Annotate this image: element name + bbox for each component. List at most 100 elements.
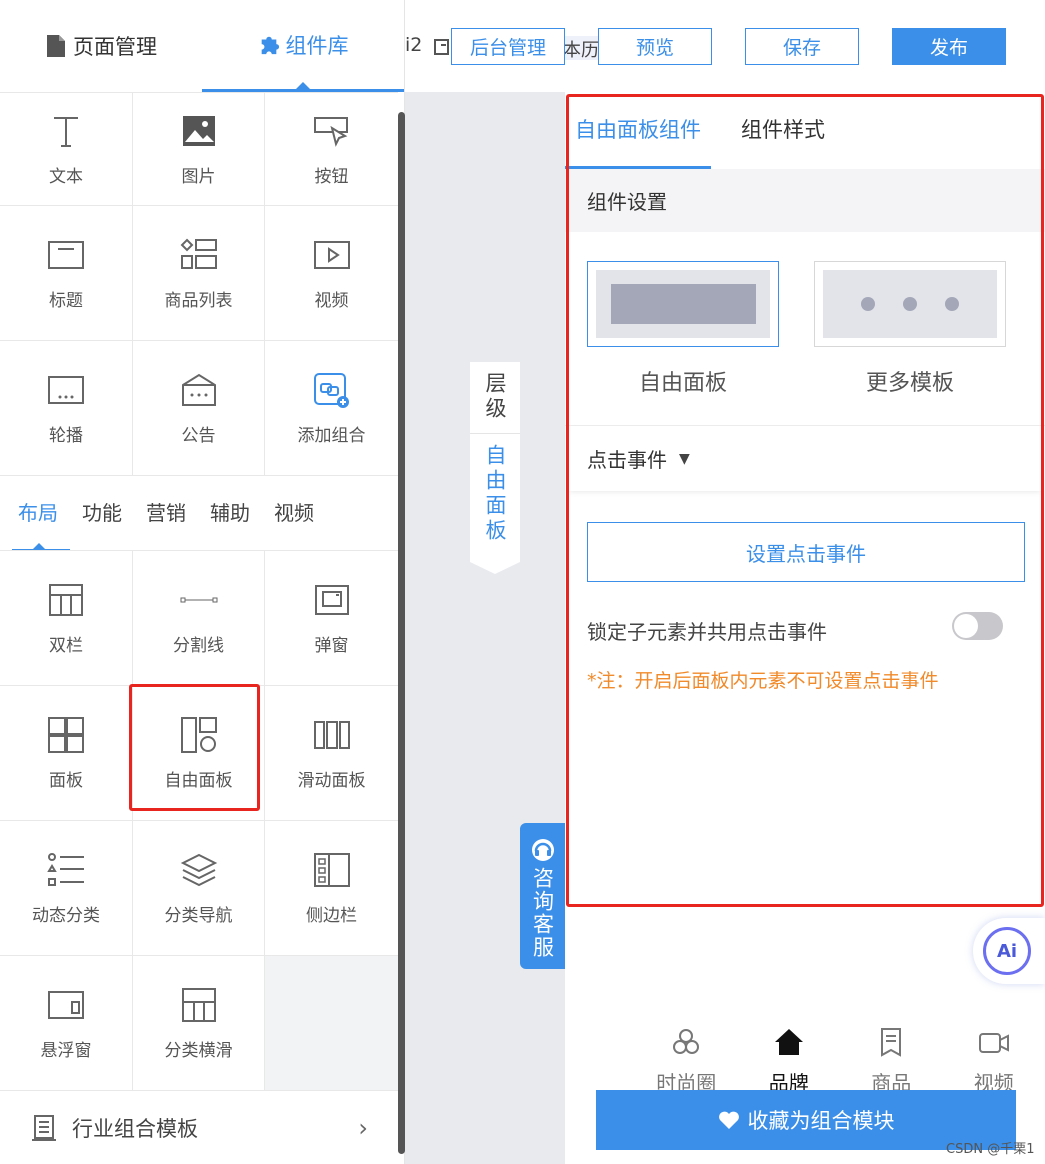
template-more-preview bbox=[823, 270, 997, 338]
lock-children-toggle[interactable] bbox=[952, 612, 1003, 640]
component-carousel[interactable]: 轮播 bbox=[0, 341, 133, 476]
component-label: 公告 bbox=[181, 425, 216, 446]
phone-nav-fashion[interactable]: 时尚圈 bbox=[635, 1017, 738, 1097]
category-tab-video[interactable]: 视频 bbox=[262, 476, 326, 551]
component-label: 侧边栏 bbox=[306, 905, 357, 926]
component-button[interactable]: 按钮 bbox=[265, 93, 398, 206]
left-tabs: 页面管理 组件库 bbox=[0, 0, 404, 92]
dot bbox=[945, 297, 959, 311]
component-settings-title: 组件设置 bbox=[565, 169, 1045, 232]
component-label: 分类导航 bbox=[164, 905, 233, 926]
tab-page-manage-label: 页面管理 bbox=[73, 35, 157, 59]
current-layer-label[interactable]: 自由面板 bbox=[470, 434, 520, 544]
sidebar-icon bbox=[313, 852, 350, 887]
component-sidebar[interactable]: 侧边栏 bbox=[265, 821, 398, 956]
phone-bottom-nav: 时尚圈 品牌 商品 视频 bbox=[635, 1017, 1045, 1097]
consult-label: 咨询客服 bbox=[530, 867, 555, 959]
component-two-column[interactable]: 双栏 bbox=[0, 551, 133, 686]
phone-nav-brand[interactable]: 品牌 bbox=[738, 1017, 841, 1097]
component-label: 分割线 bbox=[173, 635, 224, 656]
component-text[interactable]: 文本 bbox=[0, 93, 133, 206]
category-tab-marketing[interactable]: 营销 bbox=[134, 476, 198, 551]
ai-assistant-button[interactable]: Ai bbox=[973, 918, 1045, 984]
tab-component-lib-label: 组件库 bbox=[285, 33, 349, 58]
component-slide-panel[interactable]: 滑动面板 bbox=[265, 686, 398, 821]
component-label: 滑动面板 bbox=[297, 770, 366, 791]
component-popup[interactable]: 弹窗 bbox=[265, 551, 398, 686]
layer-tab[interactable]: 层级 自由面板 bbox=[470, 362, 520, 574]
title-icon bbox=[48, 240, 84, 269]
panel-body: 组件设置 自由面板 更多模板 点击事件 ▼ 设置点击事件 锁定子元素并共用点击事… bbox=[565, 169, 1045, 1164]
template-free-panel[interactable] bbox=[587, 261, 779, 347]
click-event-dropdown[interactable]: 点击事件 ▼ bbox=[565, 425, 1045, 491]
set-click-event-button[interactable]: 设置点击事件 bbox=[587, 522, 1025, 582]
basic-component-grid: 文本 图片 按钮 标题 商品列表 视频 轮播 公告 添加组合 bbox=[0, 92, 398, 476]
layer-label[interactable]: 层级 bbox=[470, 362, 520, 434]
component-floating-window[interactable]: 悬浮窗 bbox=[0, 956, 133, 1091]
document-icon bbox=[881, 1028, 902, 1057]
tab-page-manage[interactable]: 页面管理 bbox=[0, 0, 202, 92]
publish-button[interactable]: 发布 bbox=[892, 28, 1006, 65]
add-group-icon bbox=[313, 372, 349, 408]
toolbar-fragment-text: i2 bbox=[405, 34, 423, 56]
industry-template-row[interactable]: 行业组合模板 › bbox=[0, 1090, 398, 1164]
phone-nav-video[interactable]: 视频 bbox=[943, 1017, 1045, 1097]
notice-icon bbox=[181, 373, 216, 406]
industry-template-label: 行业组合模板 bbox=[72, 1116, 198, 1141]
component-dynamic-category[interactable]: 动态分类 bbox=[0, 821, 133, 956]
chevron-right-icon: › bbox=[358, 1113, 368, 1142]
save-button[interactable]: 保存 bbox=[745, 28, 859, 65]
left-panel-scrollbar[interactable] bbox=[398, 112, 405, 1154]
toolbar-history-fragment[interactable]: 本历史 bbox=[563, 36, 603, 60]
template-free-panel-label: 自由面板 bbox=[638, 371, 727, 396]
tab-component-lib[interactable]: 组件库 bbox=[202, 0, 404, 92]
component-divider[interactable]: 分割线 bbox=[133, 551, 265, 686]
two-column-icon bbox=[49, 583, 83, 616]
ai-icon: Ai bbox=[983, 927, 1031, 975]
component-label: 按钮 bbox=[314, 166, 349, 187]
grid-empty-cell bbox=[265, 956, 398, 1091]
consult-service-button[interactable]: 咨询客服 bbox=[520, 823, 565, 969]
component-category-scroll[interactable]: 分类横滑 bbox=[133, 956, 265, 1091]
image-icon bbox=[182, 115, 215, 146]
component-label: 轮播 bbox=[49, 425, 83, 446]
backend-manage-button[interactable]: 后台管理 bbox=[451, 28, 565, 65]
text-icon bbox=[54, 116, 78, 147]
component-label: 标题 bbox=[49, 290, 83, 311]
product-list-icon bbox=[180, 238, 217, 269]
component-product-list[interactable]: 商品列表 bbox=[133, 206, 265, 341]
floating-window-icon bbox=[48, 990, 84, 1019]
tab-free-panel-component[interactable]: 自由面板组件 bbox=[565, 92, 711, 169]
template-more[interactable] bbox=[814, 261, 1006, 347]
component-add-group[interactable]: 添加组合 bbox=[265, 341, 398, 476]
component-video[interactable]: 视频 bbox=[265, 206, 398, 341]
dynamic-category-icon bbox=[47, 852, 84, 886]
caret-down-icon: ▼ bbox=[679, 450, 690, 467]
phone-nav-product[interactable]: 商品 bbox=[840, 1017, 943, 1097]
component-label: 视频 bbox=[314, 290, 349, 311]
component-label: 弹窗 bbox=[314, 635, 349, 656]
file-icon bbox=[47, 35, 65, 57]
component-notice[interactable]: 公告 bbox=[133, 341, 265, 476]
heart-icon bbox=[718, 1111, 739, 1129]
component-title[interactable]: 标题 bbox=[0, 206, 133, 341]
slide-panel-icon bbox=[313, 720, 350, 749]
category-tab-function[interactable]: 功能 bbox=[70, 476, 134, 551]
component-panel[interactable]: 面板 bbox=[0, 686, 133, 821]
component-image[interactable]: 图片 bbox=[133, 93, 265, 206]
template-free-panel-preview bbox=[596, 270, 770, 338]
category-tab-layout[interactable]: 布局 bbox=[0, 476, 70, 551]
component-free-panel[interactable]: 自由面板 bbox=[133, 686, 265, 821]
component-category-nav[interactable]: 分类导航 bbox=[133, 821, 265, 956]
component-label: 分类横滑 bbox=[164, 1040, 233, 1061]
popup-icon bbox=[314, 584, 349, 615]
category-tab-auxiliary[interactable]: 辅助 bbox=[198, 476, 262, 551]
category-nav-icon bbox=[180, 853, 217, 886]
lock-note-text: *注：开启后面板内元素不可设置点击事件 bbox=[587, 670, 939, 692]
headset-icon bbox=[531, 839, 554, 861]
layout-component-grid: 双栏 分割线 弹窗 面板 自由面板 滑动面板 动态分类 分类导航 侧边栏 悬浮窗… bbox=[0, 550, 398, 1091]
camera-icon bbox=[978, 1033, 1009, 1053]
tab-component-style[interactable]: 组件样式 bbox=[731, 92, 835, 169]
left-panel: 页面管理 组件库 文本 图片 按钮 标题 商品列表 视频 轮播 公告 添加组合 … bbox=[0, 0, 405, 1164]
preview-button[interactable]: 预览 bbox=[598, 28, 712, 65]
